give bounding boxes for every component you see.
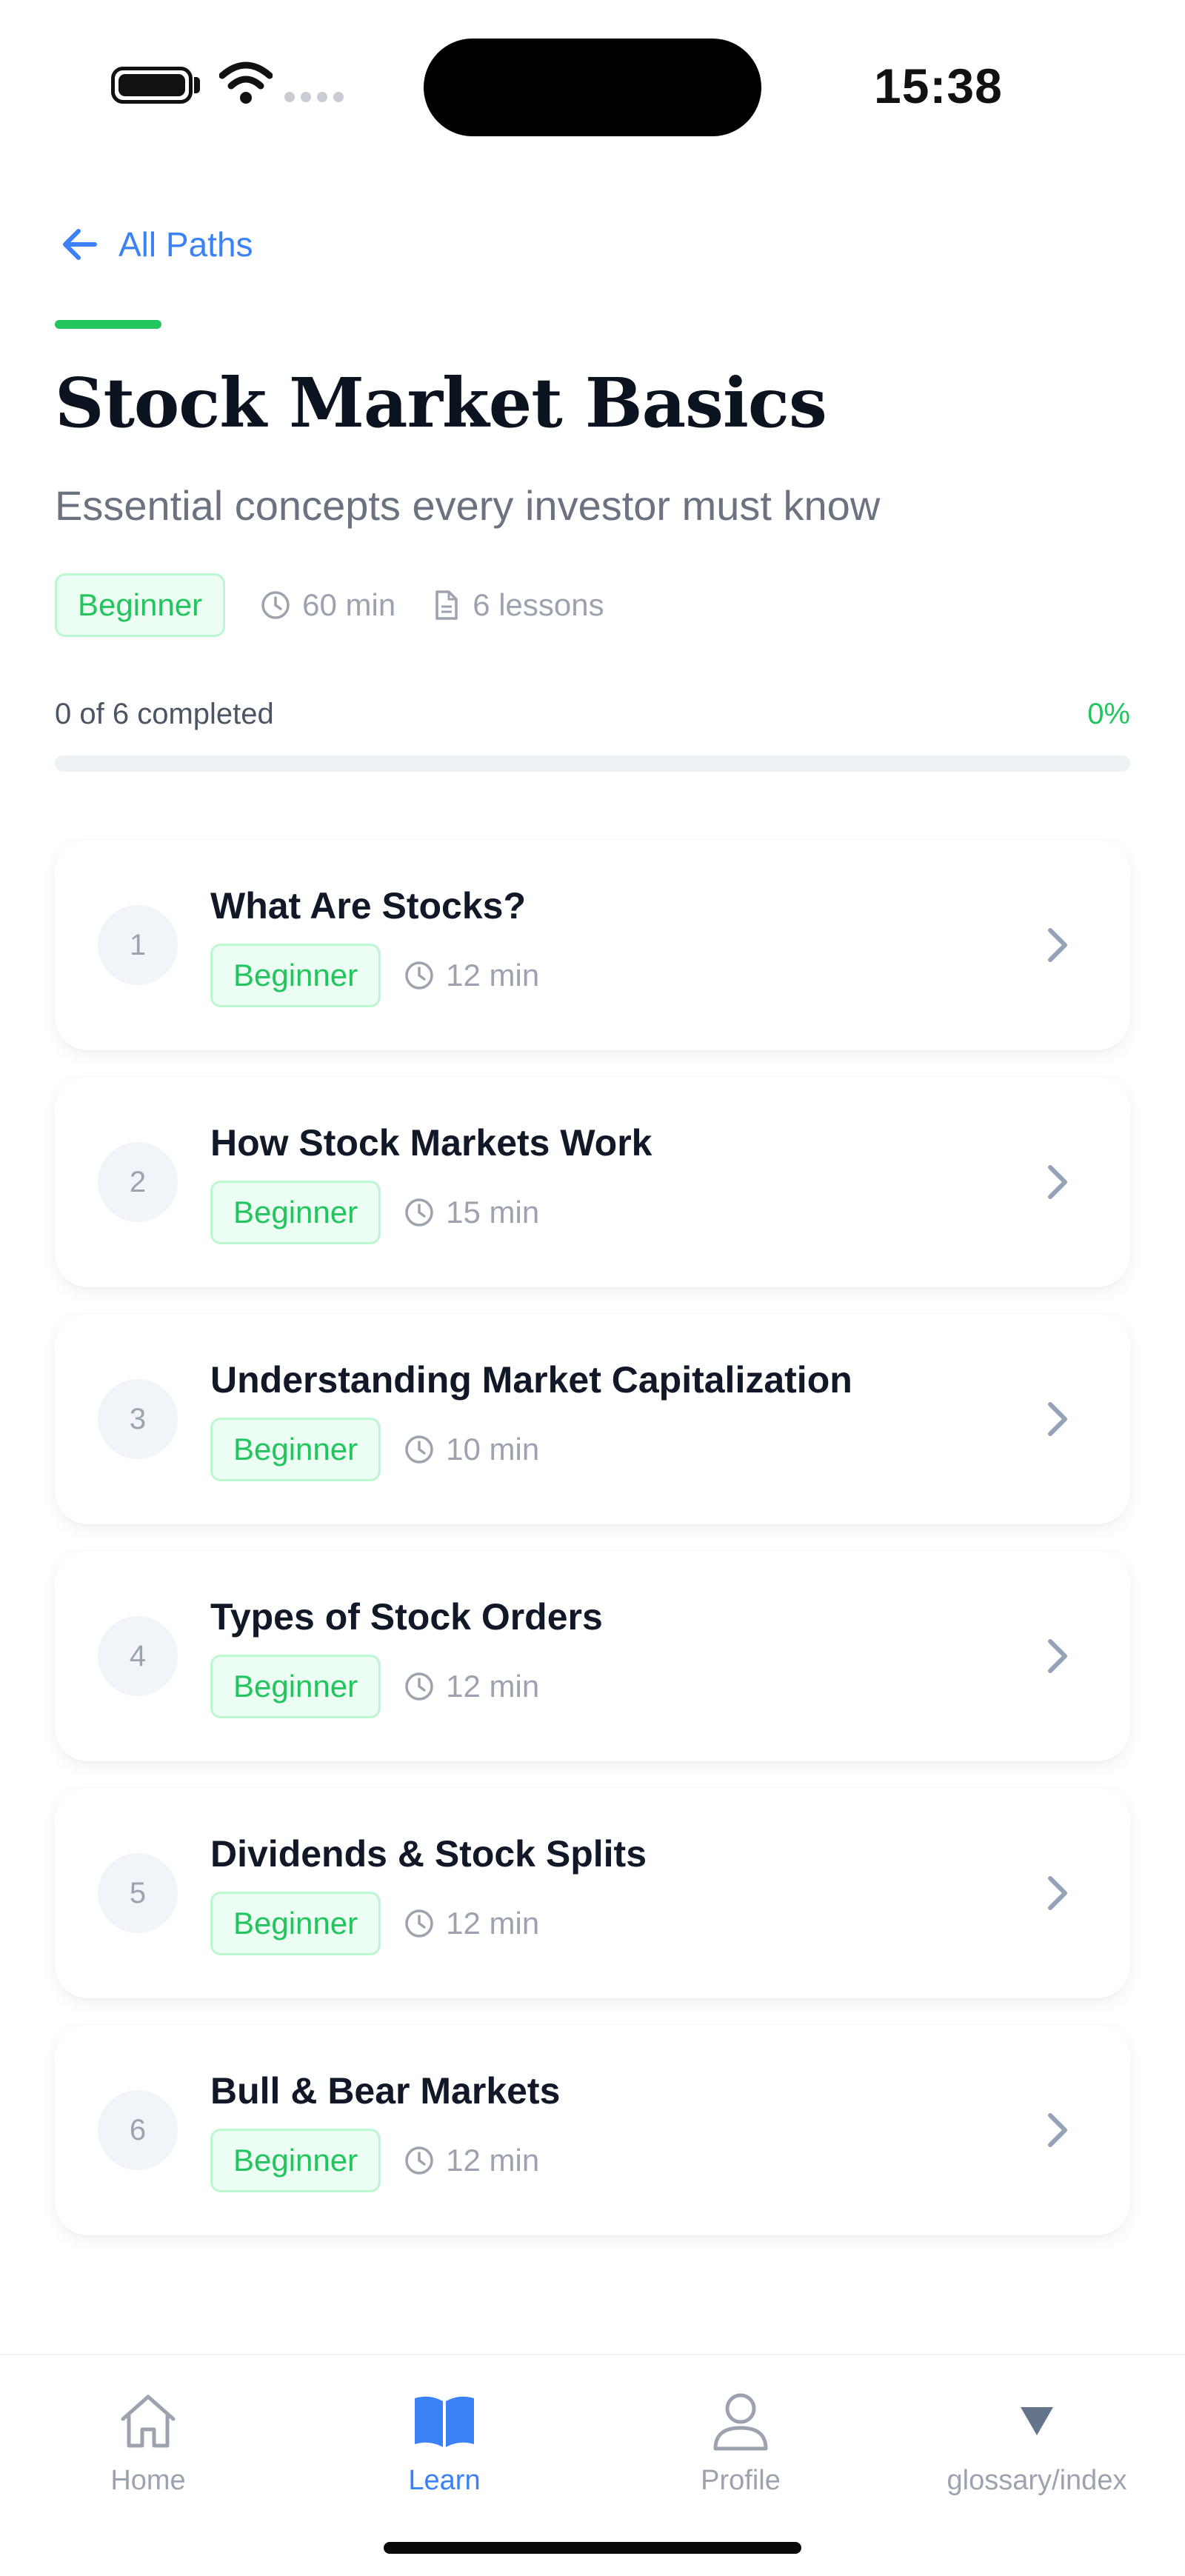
wifi-icon — [219, 61, 273, 104]
clock-icon — [405, 1435, 433, 1464]
clock-icon — [261, 591, 290, 619]
tab-profile[interactable]: Profile — [592, 2385, 889, 2497]
back-link-label: All Paths — [118, 225, 253, 264]
lesson-duration-label: 12 min — [446, 958, 540, 992]
level-badge: Beginner — [210, 1892, 381, 1955]
level-badge: Beginner — [210, 1181, 381, 1244]
chevron-right-icon — [1048, 1876, 1067, 1910]
tab-glossary-label: glossary/index — [947, 2465, 1127, 2496]
tab-home-label: Home — [110, 2465, 186, 2496]
tab-learn-label: Learn — [408, 2465, 481, 2496]
lesson-duration: 12 min — [403, 2143, 539, 2178]
lesson-title: Dividends & Stock Splits — [210, 1833, 647, 1875]
lesson-number: 4 — [98, 1616, 178, 1696]
home-icon — [121, 2395, 176, 2448]
lesson-title: Types of Stock Orders — [210, 1596, 603, 1638]
accent-divider — [55, 320, 161, 329]
home-indicator[interactable] — [384, 2542, 801, 2554]
duration-meta: 60 min — [259, 587, 395, 623]
lesson-number: 1 — [98, 905, 178, 985]
document-icon — [435, 590, 458, 620]
tab-profile-label: Profile — [701, 2465, 781, 2496]
page-subtitle: Essential concepts every investor must k… — [55, 482, 881, 529]
lesson-duration: 15 min — [403, 1195, 539, 1230]
lesson-title: What Are Stocks? — [210, 885, 527, 927]
chevron-right-icon — [1048, 1402, 1067, 1436]
status-time: 15:38 — [874, 59, 1003, 113]
back-link[interactable]: All Paths — [58, 222, 253, 267]
lesson-card[interactable]: 6 Bull & Bear Markets Beginner 12 min — [55, 2025, 1130, 2235]
tab-glossary[interactable]: glossary/index — [889, 2385, 1185, 2497]
lesson-duration: 10 min — [403, 1432, 539, 1467]
lesson-list: 1 What Are Stocks? Beginner 12 min 2 How… — [55, 840, 1130, 2262]
chevron-right-icon — [1048, 1639, 1067, 1673]
lesson-duration: 12 min — [403, 1669, 539, 1704]
clock-icon — [405, 1198, 433, 1227]
lesson-duration-label: 12 min — [446, 1669, 540, 1704]
lesson-meta: Beginner 12 min — [210, 1892, 539, 1955]
lesson-count-label: 6 lessons — [473, 587, 604, 622]
triangle-down-icon — [1021, 2407, 1053, 2435]
lessons-meta: 6 lessons — [430, 587, 604, 623]
lesson-number: 6 — [98, 2090, 178, 2170]
duration-label: 60 min — [302, 587, 396, 622]
page-title: Stock Market Basics — [55, 363, 827, 443]
battery-icon — [111, 67, 193, 104]
signal-icon — [284, 92, 344, 102]
tab-learn[interactable]: Learn — [296, 2385, 592, 2497]
lesson-card[interactable]: 3 Understanding Market Capitalization Be… — [55, 1314, 1130, 1524]
clock-icon — [405, 2146, 433, 2175]
lesson-number: 2 — [98, 1142, 178, 1222]
level-badge: Beginner — [210, 1418, 381, 1481]
dynamic-island — [424, 39, 761, 136]
chevron-right-icon — [1048, 1165, 1067, 1199]
arrow-left-icon — [63, 229, 97, 260]
lesson-duration-label: 15 min — [446, 1195, 540, 1229]
level-badge: Beginner — [55, 573, 226, 637]
lesson-duration: 12 min — [403, 958, 539, 993]
status-bar: 15:38 — [0, 0, 1185, 170]
lesson-meta: Beginner 12 min — [210, 1655, 539, 1718]
book-icon — [415, 2396, 474, 2447]
lesson-meta: Beginner 10 min — [210, 1418, 539, 1481]
lesson-meta: Beginner 15 min — [210, 1181, 539, 1244]
lesson-title: How Stock Markets Work — [210, 1122, 652, 1164]
lesson-title: Understanding Market Capitalization — [210, 1359, 852, 1401]
path-meta: Beginner 60 min 6 lessons — [55, 573, 604, 637]
progress-label: 0 of 6 completed — [55, 698, 274, 730]
lesson-number: 5 — [98, 1853, 178, 1933]
lesson-card[interactable]: 1 What Are Stocks? Beginner 12 min — [55, 840, 1130, 1050]
lesson-card[interactable]: 2 How Stock Markets Work Beginner 15 min — [55, 1077, 1130, 1287]
level-badge: Beginner — [210, 2129, 381, 2192]
chevron-right-icon — [1048, 2113, 1067, 2147]
chevron-right-icon — [1048, 928, 1067, 962]
lesson-meta: Beginner 12 min — [210, 944, 539, 1007]
user-icon — [713, 2393, 768, 2451]
lesson-meta: Beginner 12 min — [210, 2129, 539, 2192]
lesson-duration-label: 10 min — [446, 1432, 540, 1466]
lesson-title: Bull & Bear Markets — [210, 2070, 561, 2112]
lesson-duration: 12 min — [403, 1906, 539, 1941]
level-badge: Beginner — [210, 1655, 381, 1718]
clock-icon — [405, 961, 433, 990]
lesson-duration-label: 12 min — [446, 2143, 540, 2178]
level-badge: Beginner — [210, 944, 381, 1007]
clock-icon — [405, 1672, 433, 1701]
lesson-card[interactable]: 4 Types of Stock Orders Beginner 12 min — [55, 1551, 1130, 1761]
progress-percent: 0% — [1087, 698, 1130, 730]
battery-tip — [194, 77, 200, 93]
tab-home[interactable]: Home — [0, 2385, 296, 2497]
lesson-number: 3 — [98, 1379, 178, 1459]
progress-bar — [55, 755, 1130, 772]
clock-icon — [405, 1909, 433, 1938]
lesson-card[interactable]: 5 Dividends & Stock Splits Beginner 12 m… — [55, 1788, 1130, 1998]
lesson-duration-label: 12 min — [446, 1906, 540, 1941]
